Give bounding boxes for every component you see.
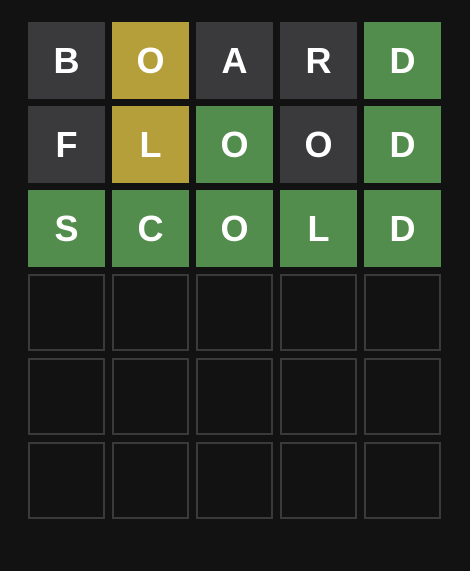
- tile-r2-c1: F: [28, 106, 105, 183]
- tile-r6-c4: [280, 442, 357, 519]
- tile-r4-c2: [112, 274, 189, 351]
- tile-r5-c4: [280, 358, 357, 435]
- tile-r5-c5: [364, 358, 441, 435]
- tile-r5-c3: [196, 358, 273, 435]
- tile-r6-c5: [364, 442, 441, 519]
- tile-r1-c1: B: [28, 22, 105, 99]
- tile-r3-c1: S: [28, 190, 105, 267]
- tile-r1-c3: A: [196, 22, 273, 99]
- tile-r5-c2: [112, 358, 189, 435]
- tile-r4-c1: [28, 274, 105, 351]
- tile-r3-c3: O: [196, 190, 273, 267]
- tile-r3-c2: C: [112, 190, 189, 267]
- tile-r2-c2: L: [112, 106, 189, 183]
- tile-r2-c5: D: [364, 106, 441, 183]
- tile-r6-c3: [196, 442, 273, 519]
- tile-r4-c3: [196, 274, 273, 351]
- tile-r1-c5: D: [364, 22, 441, 99]
- tile-r1-c4: R: [280, 22, 357, 99]
- tile-r4-c5: [364, 274, 441, 351]
- tile-r3-c5: D: [364, 190, 441, 267]
- tile-r3-c4: L: [280, 190, 357, 267]
- tile-r6-c2: [112, 442, 189, 519]
- tile-r4-c4: [280, 274, 357, 351]
- tile-r5-c1: [28, 358, 105, 435]
- game-board: BOARDFLOODSCOLD: [28, 22, 441, 519]
- tile-r2-c3: O: [196, 106, 273, 183]
- tile-r6-c1: [28, 442, 105, 519]
- tile-r1-c2: O: [112, 22, 189, 99]
- tile-r2-c4: O: [280, 106, 357, 183]
